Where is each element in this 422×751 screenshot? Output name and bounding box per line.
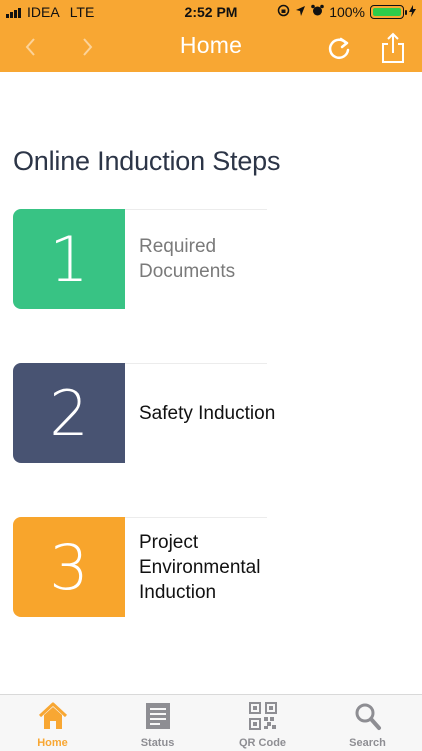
step-label[interactable]: Project Environmental Induction [139,517,299,617]
tab-search[interactable]: Search [315,695,420,751]
tab-qr-code[interactable]: QR Code [210,695,315,751]
tab-status[interactable]: Status [105,695,210,751]
section-heading: Online Induction Steps [13,146,281,176]
alarm-icon [311,4,324,20]
rotation-lock-icon [277,4,290,20]
home-icon [37,701,69,731]
nav-bar: Home [0,24,422,72]
tab-label: Home [37,737,68,749]
step-label[interactable]: Safety Induction [139,363,299,463]
tab-home[interactable]: Home [0,695,105,751]
step-number[interactable]: 3 [13,517,125,617]
step-safety-induction[interactable]: 2 Safety Induction [13,363,275,463]
share-icon[interactable] [378,32,408,64]
search-icon [352,701,384,731]
tab-label: Search [349,737,386,749]
battery-icon [370,5,407,19]
qr-code-icon [247,701,279,731]
tab-bar: Home Status QR Code Search [0,694,422,751]
top-bar: IDEA LTE 2:52 PM 100% Home [0,0,422,72]
location-icon [295,4,306,20]
step-project-environmental-induction[interactable]: 3 Project Environmental Induction [13,517,267,617]
status-right: 100% [277,4,416,20]
tab-label: Status [140,737,175,749]
document-icon [142,701,174,731]
step-number[interactable]: 1 [13,209,125,309]
step-label[interactable]: Required Documents [139,209,299,309]
step-required-documents[interactable]: 1 Required Documents [13,209,267,309]
refresh-icon[interactable] [324,32,354,64]
page-title: Home [179,32,243,58]
status-bar: IDEA LTE 2:52 PM 100% [0,0,422,24]
tab-label: QR Code [238,737,287,749]
charging-icon [409,4,416,20]
step-number[interactable]: 2 [13,363,125,463]
battery-percent: 100% [329,4,365,20]
